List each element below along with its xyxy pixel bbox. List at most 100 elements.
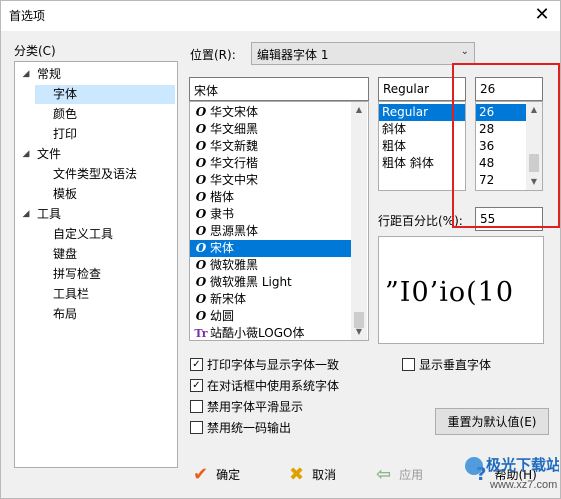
font-list-item[interactable]: O 华文新魏: [190, 138, 354, 155]
reset-defaults-button[interactable]: 重置为默认值(E): [435, 408, 549, 435]
opentype-font-icon: O: [195, 139, 207, 153]
size-list-item[interactable]: 36: [476, 138, 527, 155]
vertical-font-label: 显示垂直字体: [419, 357, 492, 372]
checkbox-box[interactable]: [190, 399, 203, 413]
truetype-font-icon: Tr: [194, 327, 208, 340]
font-name-input[interactable]: 宋体: [189, 77, 369, 101]
expand-icon[interactable]: ◢: [21, 145, 31, 164]
chevron-down-icon[interactable]: ⌄: [461, 46, 469, 57]
font-list-item-label: 思源黑体: [210, 224, 259, 238]
sidebar-item[interactable]: ◢ 文件: [21, 145, 175, 164]
font-style-value: Regular: [383, 82, 430, 96]
check-icon[interactable]: ✓: [190, 357, 203, 371]
scroll-up-icon[interactable]: ▲: [526, 102, 542, 118]
font-list-item-label: 微软雅黑: [210, 258, 259, 272]
preview-text: ”I0’io(10: [385, 277, 515, 308]
apply-button[interactable]: ⇦ 应用: [376, 462, 423, 486]
font-list-item-label: 华文中宋: [210, 173, 259, 187]
size-list-item[interactable]: 26: [476, 104, 527, 121]
font-list-item-label: 华文宋体: [210, 105, 259, 119]
expand-icon[interactable]: ◢: [21, 65, 31, 84]
style-list-item[interactable]: Regular: [379, 104, 465, 121]
category-tree[interactable]: ◢ 常规字体颜色打印 ◢ 文件 文件类型及语法 模板 ◢ 工具 自定义工具键盘拼写检查工具栏布局: [14, 61, 178, 468]
font-list-item[interactable]: O 华文细黑: [190, 121, 354, 138]
font-list-item[interactable]: O 华文行楷: [190, 155, 354, 172]
checkbox-box[interactable]: [402, 357, 415, 371]
scroll-thumb[interactable]: [529, 154, 539, 172]
font-list-item[interactable]: O 幼圆: [190, 308, 354, 325]
print-same-checkbox[interactable]: ✓ 打印字体与显示字体一致: [190, 356, 339, 372]
sidebar-item[interactable]: 颜色: [35, 105, 175, 124]
line-spacing-value: 55: [480, 212, 496, 226]
scroll-down-icon[interactable]: ▼: [351, 324, 367, 340]
style-list-item[interactable]: 粗体 斜体: [379, 155, 465, 172]
sidebar-item[interactable]: 键盘: [35, 245, 175, 264]
expand-icon[interactable]: ◢: [21, 205, 31, 224]
font-list-scrollbar[interactable]: ▲ ▼: [351, 102, 367, 340]
system-font-checkbox[interactable]: ✓ 在对话框中使用系统字体: [190, 377, 339, 393]
font-list[interactable]: Tr 站酷小薇LOGO体 O 幼圆 O 新宋体 O 微软雅黑 Light O 微软雅黑 O 宋体 O 思源…: [189, 101, 369, 341]
sidebar-item-label: 布局: [53, 307, 78, 321]
no-smoothing-checkbox[interactable]: 禁用字体平滑显示: [190, 398, 303, 414]
font-list-item[interactable]: O 思源黑体: [190, 223, 354, 240]
sidebar-item-label: 常规: [37, 67, 62, 81]
style-list-item[interactable]: 斜体: [379, 121, 465, 138]
sidebar-item-label: 键盘: [53, 247, 78, 261]
sidebar-item-label: 拼写检查: [53, 267, 102, 281]
font-list-item[interactable]: O 宋体: [190, 240, 354, 257]
close-icon[interactable]: ✕: [532, 5, 552, 25]
font-list-item[interactable]: O 微软雅黑 Light: [190, 274, 354, 291]
font-list-item[interactable]: O 华文中宋: [190, 172, 354, 189]
sidebar-item[interactable]: 文件类型及语法: [35, 165, 175, 184]
size-list-item[interactable]: 48: [476, 155, 527, 172]
opentype-font-icon: O: [195, 241, 207, 255]
opentype-font-icon: O: [195, 173, 207, 187]
font-size-input[interactable]: 26: [475, 77, 543, 101]
font-style-list[interactable]: Regular 斜体 粗体 粗体 斜体: [378, 101, 466, 191]
font-list-item-label: 新宋体: [210, 292, 247, 306]
sidebar-item[interactable]: 拼写检查: [35, 265, 175, 284]
font-list-item[interactable]: O 隶书: [190, 206, 354, 223]
font-list-item[interactable]: O 微软雅黑: [190, 257, 354, 274]
size-list-item[interactable]: 72: [476, 172, 527, 189]
cancel-button[interactable]: ✖ 取消: [289, 462, 336, 486]
opentype-font-icon: O: [195, 258, 207, 272]
sidebar-item[interactable]: 自定义工具: [35, 225, 175, 244]
size-list-scrollbar[interactable]: ▲ ▼: [526, 102, 542, 190]
line-spacing-label: 行距百分比(%):: [378, 214, 463, 228]
cancel-icon: ✖: [289, 463, 305, 485]
sidebar-item[interactable]: ◢ 常规: [21, 65, 175, 84]
location-select[interactable]: 编辑器字体 1 ⌄: [251, 42, 475, 65]
font-list-item[interactable]: O 楷体: [190, 189, 354, 206]
sidebar-item[interactable]: 模板: [35, 185, 175, 204]
sidebar-item[interactable]: 布局: [35, 305, 175, 324]
sidebar-item[interactable]: 工具栏: [35, 285, 175, 304]
font-list-item[interactable]: O 新宋体: [190, 291, 354, 308]
font-list-item-label: 站酷小薇LOGO体: [210, 326, 305, 340]
vertical-font-checkbox[interactable]: 显示垂直字体: [402, 356, 491, 372]
font-style-input[interactable]: Regular: [378, 77, 466, 101]
font-list-item[interactable]: Tr 站酷小薇LOGO体: [190, 325, 354, 340]
sidebar-item[interactable]: 打印: [35, 125, 175, 144]
size-list-item[interactable]: 28: [476, 121, 527, 138]
sidebar-item[interactable]: 字体: [35, 85, 175, 104]
opentype-font-icon: O: [195, 156, 207, 170]
checkbox-box[interactable]: [190, 420, 203, 434]
cancel-label: 取消: [312, 467, 337, 482]
no-unicode-checkbox[interactable]: 禁用统一码输出: [190, 419, 291, 435]
sidebar-item-label: 工具栏: [53, 287, 90, 301]
sidebar-item[interactable]: ◢ 工具: [21, 205, 175, 224]
sidebar-item-label: 颜色: [53, 107, 78, 121]
font-size-list[interactable]: 72 48 36 28 26 ▲ ▼: [475, 101, 543, 191]
opentype-font-icon: O: [195, 122, 207, 136]
line-spacing-input[interactable]: 55: [475, 207, 543, 231]
scroll-down-icon[interactable]: ▼: [526, 174, 542, 190]
ok-button[interactable]: ✔ 确定: [193, 462, 240, 486]
window-title: 首选项: [9, 9, 46, 23]
font-list-item[interactable]: O 华文宋体: [190, 104, 354, 121]
check-icon[interactable]: ✓: [190, 378, 203, 392]
font-list-item-label: 华文细黑: [210, 122, 259, 136]
location-label: 位置(R):: [190, 48, 236, 62]
scroll-up-icon[interactable]: ▲: [351, 102, 367, 118]
style-list-item[interactable]: 粗体: [379, 138, 465, 155]
